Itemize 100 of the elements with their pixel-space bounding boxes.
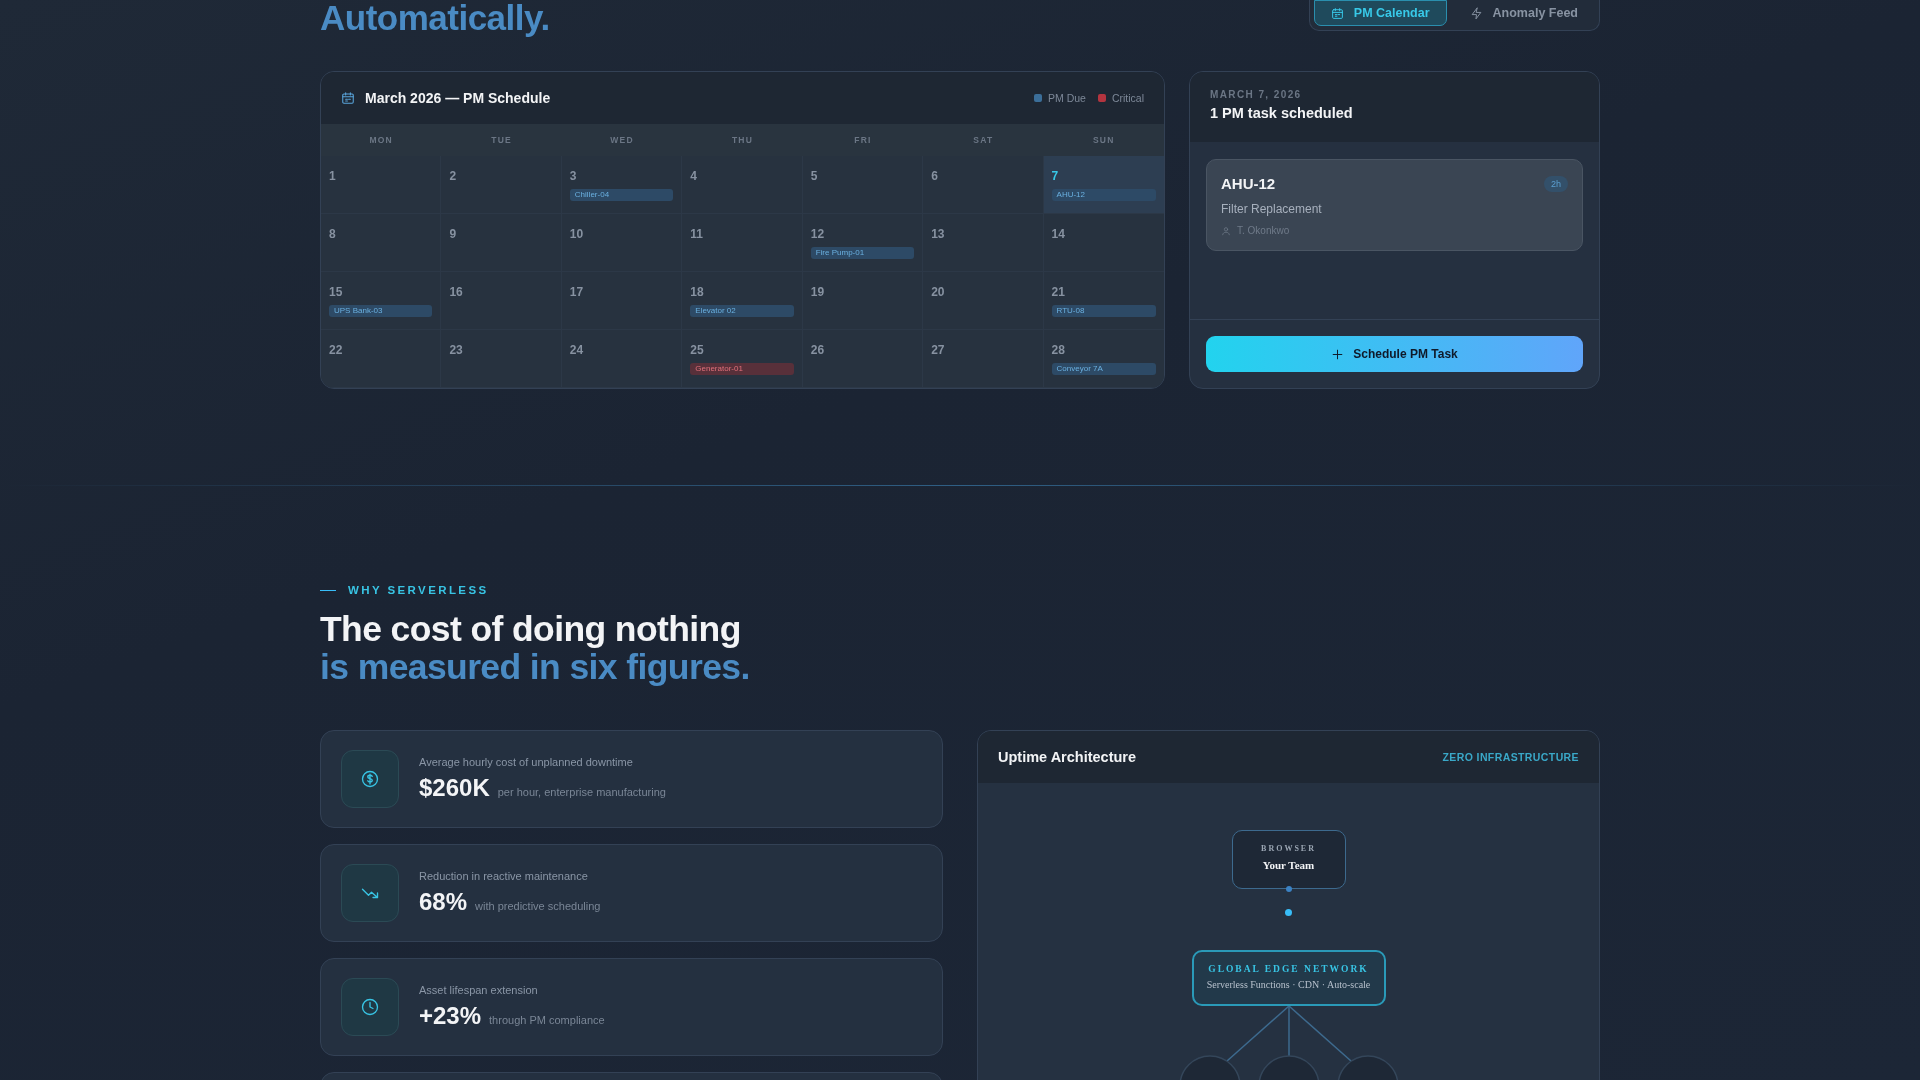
calendar-icon: [1330, 6, 1344, 20]
day-number: 9: [449, 227, 458, 241]
client-node: BROWSER Your Team: [1231, 829, 1346, 889]
day-cell[interactable]: 5: [802, 156, 924, 214]
weekday-label: THU: [730, 135, 755, 145]
weekday-label: SAT: [972, 135, 995, 145]
signal-dot: [1285, 908, 1292, 916]
day-number: 23: [449, 343, 464, 357]
stat-label: Asset lifespan extension: [419, 983, 539, 996]
day-number: 8: [329, 227, 337, 241]
day-cell[interactable]: 11: [682, 214, 803, 272]
event-chip[interactable]: Elevator 02: [690, 305, 794, 317]
day-number: 25: [690, 343, 705, 357]
day-number: 1: [329, 169, 337, 183]
day-cell[interactable]: 25 Generator-01: [682, 330, 803, 388]
day-cell[interactable]: 19: [802, 272, 924, 330]
event-chip[interactable]: Chiller-04: [569, 189, 674, 201]
weekday-label: FRI: [853, 135, 873, 145]
day-number: 12: [810, 227, 826, 241]
day-number: 11: [690, 227, 704, 241]
plus-icon: [1331, 347, 1345, 361]
weekday-label: SUN: [1092, 135, 1116, 145]
day-number: 28: [1051, 343, 1066, 357]
person-icon: [1221, 225, 1231, 236]
day-number: 17: [569, 285, 585, 299]
day-cell[interactable]: 1: [321, 156, 442, 214]
day-cell[interactable]: 22: [321, 330, 442, 388]
duration-badge: 2h: [1544, 175, 1568, 192]
dollar-icon: [361, 769, 379, 788]
legend-label: PM Due: [1047, 92, 1086, 104]
schedule-button[interactable]: Schedule PM Task: [1206, 336, 1583, 372]
day-cell[interactable]: 3 Chiller-04: [561, 156, 683, 214]
network-node: GLOBAL EDGE NETWORK Serverless Functions · CDN · Auto-scale: [1191, 949, 1386, 1006]
day-number: 2: [449, 169, 458, 183]
day-number: 7: [1051, 169, 1060, 183]
day-number: 13: [931, 227, 946, 241]
day-cell[interactable]: 4: [682, 156, 803, 214]
event-chip[interactable]: RTU-08: [1051, 305, 1156, 317]
day-cell[interactable]: 18 Elevator 02: [682, 272, 803, 330]
stat-note: with predictive scheduling: [475, 899, 601, 912]
day-number: 3: [569, 169, 578, 183]
day-cell[interactable]: 20: [923, 272, 1044, 330]
task-name: Filter Replacement: [1221, 202, 1323, 216]
day-cell[interactable]: 13: [923, 214, 1044, 272]
view-tab[interactable]: Anomaly Feed: [1452, 0, 1595, 26]
day-number: 27: [931, 343, 946, 357]
day-number: 10: [569, 227, 585, 241]
day-cell[interactable]: 10: [561, 214, 683, 272]
section-heading-accent: is measured in six figures.: [320, 648, 751, 686]
clock-icon: [361, 997, 379, 1016]
day-cell[interactable]: 12 Fire Pump-01: [802, 214, 924, 272]
day-cell[interactable]: 24: [561, 330, 683, 388]
lightning-icon: [1469, 6, 1483, 20]
stat-value: $260K: [419, 773, 490, 802]
event-chip[interactable]: Generator-01: [690, 363, 794, 375]
panel-summary: 1 PM task scheduled: [1210, 105, 1354, 121]
weekday-label: TUE: [490, 135, 513, 145]
task-asset: AHU-12: [1221, 175, 1276, 192]
day-number: 19: [810, 285, 826, 299]
day-cell[interactable]: 8: [321, 214, 442, 272]
weekday-label: MON: [368, 135, 394, 145]
section-heading: The cost of doing nothing: [320, 610, 742, 648]
day-cell[interactable]: 26: [802, 330, 924, 388]
architecture-title: Uptime Architecture: [998, 748, 1137, 765]
legend-label: Critical: [1111, 92, 1144, 104]
event-chip[interactable]: UPS Bank-03: [329, 305, 433, 317]
day-number: 15: [329, 285, 344, 299]
day-number: 22: [329, 343, 344, 357]
day-number: 20: [931, 285, 946, 299]
day-number: 18: [690, 285, 705, 299]
calendar-title: March 2026 — PM Schedule: [365, 90, 551, 106]
weekday-label: WED: [609, 135, 635, 145]
stat-label: Reduction in reactive maintenance: [419, 869, 589, 882]
day-number: 6: [931, 169, 939, 183]
day-cell[interactable]: 9: [441, 214, 562, 272]
day-number: 16: [449, 285, 464, 299]
view-tab[interactable]: PM Calendar: [1313, 0, 1447, 26]
day-number: 14: [1051, 227, 1066, 241]
day-cell[interactable]: 27: [923, 330, 1044, 388]
day-number: 26: [810, 343, 826, 357]
hero-heading: Automatically.: [320, 0, 550, 37]
day-cell[interactable]: 2: [441, 156, 562, 214]
panel-date: MARCH 7, 2026: [1210, 89, 1303, 100]
event-chip[interactable]: Fire Pump-01: [810, 247, 915, 259]
stat-value: 68%: [419, 887, 468, 916]
day-cell[interactable]: 15 UPS Bank-03: [321, 272, 442, 330]
day-number: 21: [1051, 285, 1066, 299]
event-chip[interactable]: Conveyor 7A: [1051, 363, 1156, 375]
day-cell[interactable]: 6: [923, 156, 1044, 214]
day-number: 24: [569, 343, 585, 357]
event-chip[interactable]: AHU-12: [1051, 189, 1156, 201]
architecture-tag-label: ZERO INFRASTRUCTURE: [1442, 750, 1579, 763]
stat-value: +23%: [419, 1001, 482, 1030]
day-number: 4: [690, 169, 698, 183]
day-cell[interactable]: 17: [561, 272, 683, 330]
day-cell[interactable]: 7 AHU-12: [1043, 156, 1164, 214]
day-number: 5: [810, 169, 819, 183]
stat-label: Average hourly cost of unplanned downtime: [419, 755, 634, 768]
day-cell[interactable]: 23: [441, 330, 562, 388]
day-cell[interactable]: 16: [441, 272, 562, 330]
